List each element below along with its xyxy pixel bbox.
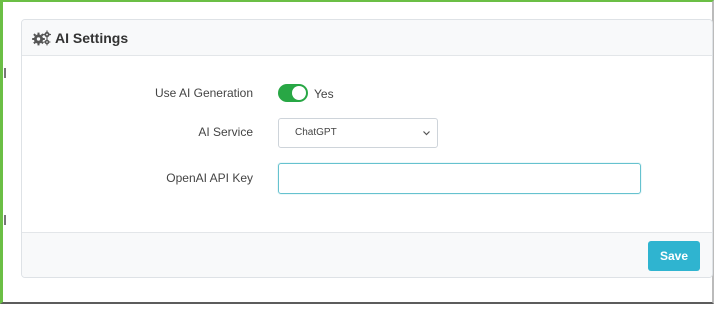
openai-api-key-input[interactable] <box>278 163 641 194</box>
ai-settings-panel: AI Settings Use AI Generation Yes AI Ser… <box>21 19 713 278</box>
frame-edge-mark <box>4 68 6 78</box>
toggle-knob <box>292 86 306 100</box>
panel-footer: Save <box>22 232 712 277</box>
save-button[interactable]: Save <box>648 241 700 271</box>
ai-service-select[interactable]: ChatGPT <box>278 118 438 148</box>
ai-service-selected-value: ChatGPT <box>295 127 337 138</box>
toggle-state-text: Yes <box>314 87 334 101</box>
panel-header: AI Settings <box>22 20 712 56</box>
gears-icon <box>32 30 51 46</box>
ai-service-label: AI Service <box>198 125 253 139</box>
openai-api-key-label: OpenAI API Key <box>166 171 253 185</box>
use-ai-generation-toggle[interactable] <box>278 84 308 102</box>
chevron-down-icon <box>423 131 430 136</box>
use-ai-generation-label: Use AI Generation <box>154 86 253 100</box>
panel-title: AI Settings <box>55 30 129 46</box>
frame-edge-mark <box>4 215 6 225</box>
